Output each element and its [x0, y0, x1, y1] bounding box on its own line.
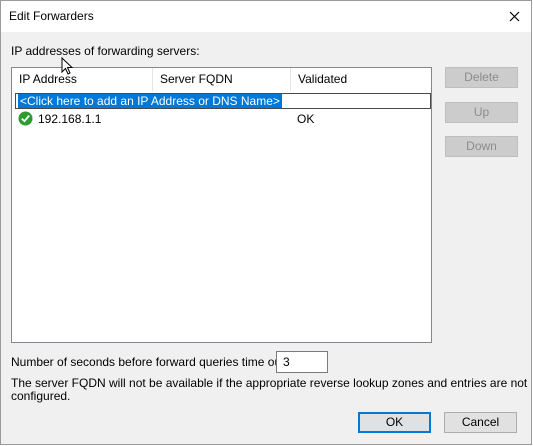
column-header-validated[interactable]: Validated: [291, 68, 431, 91]
forwarders-list[interactable]: IP Address Server FQDN Validated <Click …: [11, 67, 432, 343]
ok-button[interactable]: OK: [358, 412, 431, 433]
title-bar: Edit Forwarders: [1, 1, 531, 32]
table-row[interactable]: 192.168.1.1 OK: [12, 110, 431, 128]
column-header-ip-address[interactable]: IP Address: [12, 68, 153, 91]
close-button[interactable]: [497, 1, 531, 32]
timeout-input[interactable]: 3: [276, 351, 328, 373]
down-button[interactable]: Down: [445, 136, 518, 157]
window-title: Edit Forwarders: [9, 9, 94, 23]
check-circle-icon: [18, 111, 33, 126]
fqdn-note-line-1: The server FQDN will not be available if…: [11, 376, 528, 390]
forwarders-label: IP addresses of forwarding servers:: [11, 44, 200, 58]
up-button[interactable]: Up: [445, 102, 518, 123]
cancel-button[interactable]: Cancel: [444, 412, 517, 433]
timeout-label: Number of seconds before forward queries…: [11, 355, 288, 369]
ip-address-cell: 192.168.1.1: [38, 112, 102, 126]
edit-forwarders-dialog: Edit Forwarders IP addresses of forwardi…: [0, 0, 532, 445]
fqdn-note-line-2: configured.: [11, 389, 71, 403]
column-header-server-fqdn[interactable]: Server FQDN: [153, 68, 291, 91]
add-address-prompt[interactable]: <Click here to add an IP Address or DNS …: [18, 94, 282, 108]
close-icon: [509, 11, 519, 22]
validated-cell: OK: [297, 112, 315, 126]
delete-button[interactable]: Delete: [445, 67, 518, 88]
mouse-pointer-icon: [61, 57, 74, 75]
add-address-row[interactable]: <Click here to add an IP Address or DNS …: [15, 93, 431, 109]
